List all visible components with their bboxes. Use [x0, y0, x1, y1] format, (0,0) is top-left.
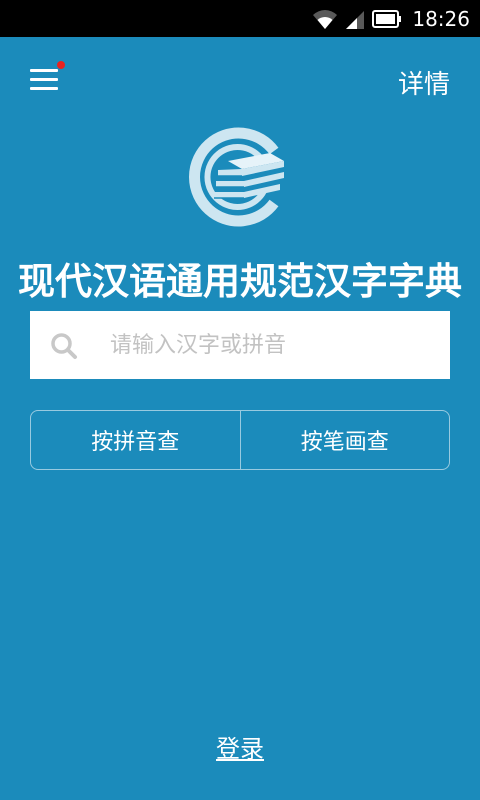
query-mode-group: 按拼音查 按笔画查 [30, 410, 450, 470]
pinyin-search-button[interactable]: 按拼音查 [31, 411, 240, 469]
login-link[interactable]: 登录 [216, 735, 264, 763]
details-button[interactable]: 详情 [398, 64, 450, 101]
login-area: 登录 [0, 729, 480, 764]
signal-icon [346, 10, 365, 29]
search-input[interactable] [110, 311, 440, 379]
notification-dot [57, 61, 65, 69]
menu-button[interactable] [28, 61, 68, 95]
app-screen: 详情 现代汉语通用规范汉字字典 按拼音查 按笔画查 登录 [0, 37, 480, 800]
wifi-icon [313, 9, 338, 29]
app-title: 现代汉语通用规范汉字字典 [18, 259, 462, 303]
book-stack-logo-icon [189, 127, 284, 227]
battery-icon [372, 9, 402, 28]
status-bar: 18:26 [0, 0, 480, 37]
stroke-search-button[interactable]: 按笔画查 [241, 411, 450, 469]
status-icons: 18:26 [312, 5, 470, 32]
search-box[interactable] [30, 311, 450, 379]
search-icon [51, 333, 77, 359]
status-time: 18:26 [412, 6, 470, 31]
